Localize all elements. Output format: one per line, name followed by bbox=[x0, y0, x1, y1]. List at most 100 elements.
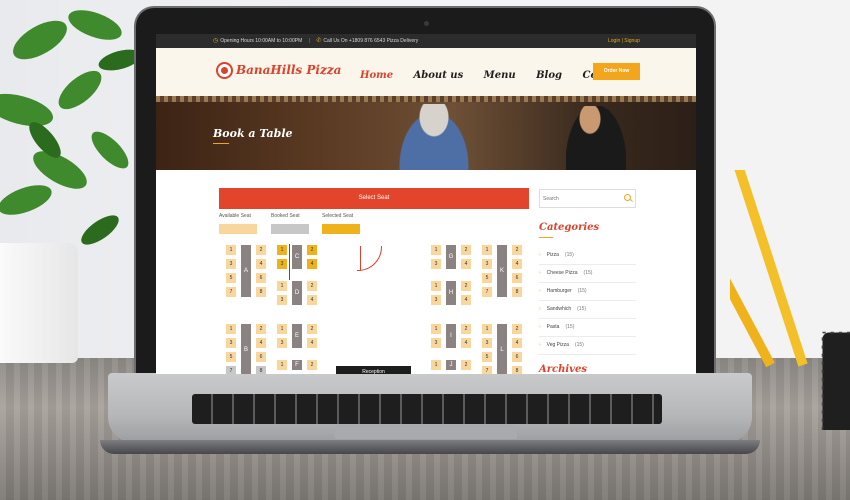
seat-h-4[interactable]: 4 bbox=[461, 295, 471, 305]
seat-a-7[interactable]: 7 bbox=[226, 287, 236, 297]
table-f: F bbox=[292, 360, 302, 370]
search-input[interactable] bbox=[543, 190, 623, 207]
seat-d-2[interactable]: 2 bbox=[307, 281, 317, 291]
seat-a-5[interactable]: 5 bbox=[226, 273, 236, 283]
seat-e-2[interactable]: 2 bbox=[307, 324, 317, 334]
seat-b-8[interactable]: 8 bbox=[256, 366, 266, 374]
seat-h-2[interactable]: 2 bbox=[461, 281, 471, 291]
seat-l-6[interactable]: 6 bbox=[512, 352, 522, 362]
seat-g-2[interactable]: 2 bbox=[461, 245, 471, 255]
search-icon[interactable] bbox=[624, 194, 631, 201]
seat-a-6[interactable]: 6 bbox=[256, 273, 266, 283]
seat-a-3[interactable]: 3 bbox=[226, 259, 236, 269]
seat-b-4[interactable]: 4 bbox=[256, 338, 266, 348]
page-title: Book a Table bbox=[213, 127, 293, 140]
seat-l-5[interactable]: 5 bbox=[482, 352, 492, 362]
category-name: Pizza bbox=[546, 252, 559, 258]
seat-l-8[interactable]: 8 bbox=[512, 366, 522, 374]
seat-h-1[interactable]: 1 bbox=[431, 281, 441, 291]
category-item-hamburger[interactable]: › Hamburger (15) bbox=[539, 282, 636, 301]
categories-heading: Categories bbox=[539, 222, 600, 233]
seat-l-4[interactable]: 4 bbox=[512, 338, 522, 348]
door-swing-icon bbox=[357, 246, 382, 271]
legend-available-label: Available Seat bbox=[219, 213, 251, 219]
seat-e-1[interactable]: 1 bbox=[277, 324, 287, 334]
seat-f-1[interactable]: 1 bbox=[277, 360, 287, 370]
category-item-cheese-pizza[interactable]: › Cheese Pizza (15) bbox=[539, 264, 636, 283]
seat-c-4[interactable]: 4 bbox=[307, 259, 317, 269]
seat-l-3[interactable]: 3 bbox=[482, 338, 492, 348]
seat-d-3[interactable]: 3 bbox=[277, 295, 287, 305]
seat-e-4[interactable]: 4 bbox=[307, 338, 317, 348]
seat-k-4[interactable]: 4 bbox=[512, 259, 522, 269]
seat-b-5[interactable]: 5 bbox=[226, 352, 236, 362]
seat-l-2[interactable]: 2 bbox=[512, 324, 522, 334]
nav-home[interactable]: Home bbox=[360, 70, 393, 81]
seat-k-7[interactable]: 7 bbox=[482, 287, 492, 297]
seat-k-6[interactable]: 6 bbox=[512, 273, 522, 283]
laptop-screen: ◷ Opening Hours 10:00AM to 10:00PM | ✆ Cal… bbox=[156, 34, 696, 374]
seat-b-2[interactable]: 2 bbox=[256, 324, 266, 334]
order-now-button[interactable]: Order Now bbox=[593, 63, 640, 80]
seat-b-7[interactable]: 7 bbox=[226, 366, 236, 374]
category-item-veg-pizza[interactable]: › Veg Pizza (15) bbox=[539, 336, 636, 355]
login-signup-link[interactable]: Login | Signup bbox=[608, 34, 640, 48]
seat-k-1[interactable]: 1 bbox=[482, 245, 492, 255]
seat-e-3[interactable]: 3 bbox=[277, 338, 287, 348]
search-box bbox=[539, 189, 636, 208]
seat-k-8[interactable]: 8 bbox=[512, 287, 522, 297]
seat-i-1[interactable]: 1 bbox=[431, 324, 441, 334]
nav-about[interactable]: About us bbox=[414, 70, 464, 81]
seat-h-3[interactable]: 3 bbox=[431, 295, 441, 305]
seat-a-2[interactable]: 2 bbox=[256, 245, 266, 255]
seat-i-4[interactable]: 4 bbox=[461, 338, 471, 348]
legend-selected-label: Selected Seat bbox=[322, 213, 354, 219]
nav-blog[interactable]: Blog bbox=[536, 70, 562, 81]
seat-d-1[interactable]: 1 bbox=[277, 281, 287, 291]
seat-k-3[interactable]: 3 bbox=[482, 259, 492, 269]
seat-a-4[interactable]: 4 bbox=[256, 259, 266, 269]
seat-b-1[interactable]: 1 bbox=[226, 324, 236, 334]
table-c: C bbox=[292, 245, 302, 269]
seat-g-4[interactable]: 4 bbox=[461, 259, 471, 269]
chevron-right-icon: › bbox=[539, 252, 541, 258]
opening-hours: Opening Hours 10:00AM to 10:00PM bbox=[220, 38, 303, 44]
legend-booked-label: Booked Seat bbox=[271, 213, 300, 219]
seat-i-3[interactable]: 3 bbox=[431, 338, 441, 348]
seat-j-2[interactable]: 2 bbox=[461, 360, 471, 370]
phone-icon: ✆ bbox=[316, 38, 322, 44]
legend-available-swatch bbox=[219, 224, 257, 234]
category-item-pizza[interactable]: › Pizza (15) bbox=[539, 246, 636, 265]
title-underline bbox=[213, 143, 229, 144]
seat-g-1[interactable]: 1 bbox=[431, 245, 441, 255]
logo-text[interactable]: BanaHills Pizza bbox=[236, 63, 341, 77]
seat-f-2[interactable]: 2 bbox=[307, 360, 317, 370]
pizza-logo-icon[interactable] bbox=[216, 62, 233, 79]
seat-k-5[interactable]: 5 bbox=[482, 273, 492, 283]
category-item-sandwhich[interactable]: › Sandwhich (15) bbox=[539, 300, 636, 319]
seat-b-6[interactable]: 6 bbox=[256, 352, 266, 362]
seat-a-1[interactable]: 1 bbox=[226, 245, 236, 255]
seat-c-1[interactable]: 1 bbox=[277, 245, 287, 255]
seat-j-1[interactable]: 1 bbox=[431, 360, 441, 370]
seat-b-3[interactable]: 3 bbox=[226, 338, 236, 348]
seat-i-2[interactable]: 2 bbox=[461, 324, 471, 334]
category-count: (15) bbox=[565, 324, 575, 330]
seat-c-3[interactable]: 3 bbox=[277, 259, 287, 269]
table-a: A bbox=[241, 245, 251, 297]
seat-d-4[interactable]: 4 bbox=[307, 295, 317, 305]
seat-l-7[interactable]: 7 bbox=[482, 366, 492, 374]
seat-a-8[interactable]: 8 bbox=[256, 287, 266, 297]
laptop-front-edge bbox=[100, 440, 760, 454]
table-h: H bbox=[446, 281, 456, 305]
seat-c-2[interactable]: 2 bbox=[307, 245, 317, 255]
seat-k-2[interactable]: 2 bbox=[512, 245, 522, 255]
category-item-pasta[interactable]: › Pasta (15) bbox=[539, 318, 636, 337]
category-name: Cheese Pizza bbox=[546, 270, 578, 276]
nav-menu[interactable]: Menu bbox=[484, 70, 516, 81]
category-count: (15) bbox=[564, 252, 574, 258]
seat-g-3[interactable]: 3 bbox=[431, 259, 441, 269]
chevron-right-icon: › bbox=[539, 288, 541, 294]
call-info: Call Us On +1809 876 6543 Pizza Delivery bbox=[323, 38, 419, 44]
seat-l-1[interactable]: 1 bbox=[482, 324, 492, 334]
